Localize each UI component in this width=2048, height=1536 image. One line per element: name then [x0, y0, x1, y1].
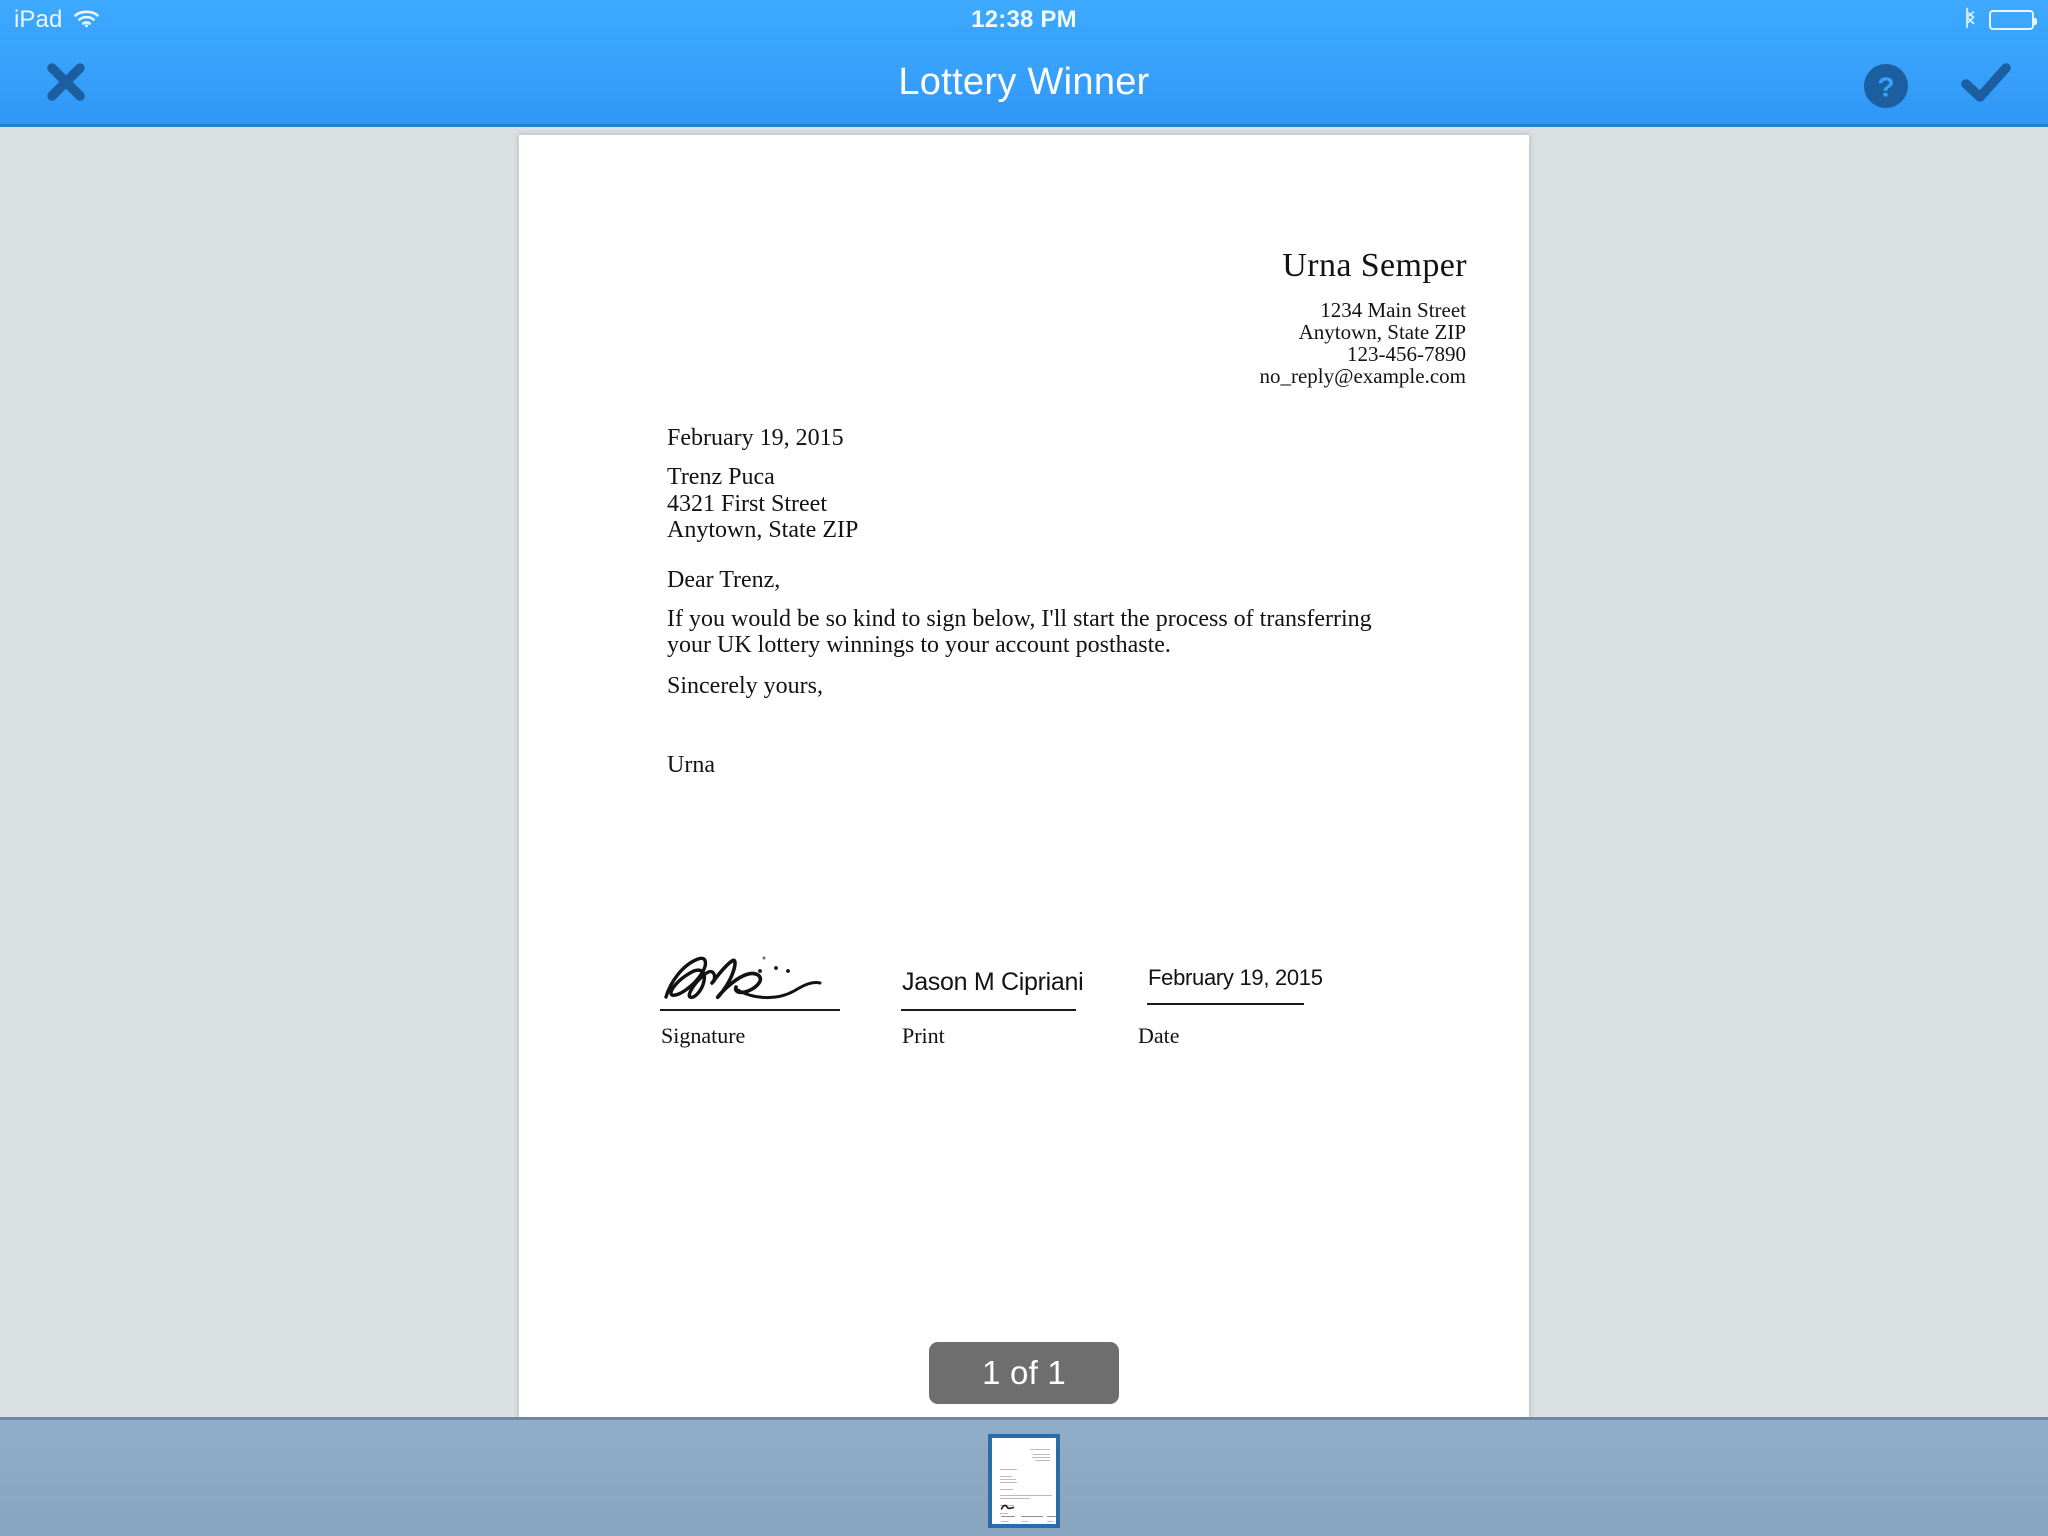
checkmark-icon: [1961, 62, 2011, 111]
signature-scrawl-icon: [660, 953, 840, 1005]
clock-time: 12:38 PM: [971, 6, 1077, 33]
signature-caption: Signature: [661, 1023, 746, 1048]
bluetooth-icon: [1963, 6, 1977, 35]
status-bar-right: [1963, 0, 2037, 40]
thumbnail-page-1[interactable]: [988, 1434, 1060, 1528]
close-x-icon: [44, 60, 88, 109]
page-indicator: 1 of 1: [929, 1342, 1119, 1404]
page-indicator-label: 1 of 1: [982, 1354, 1066, 1391]
print-name-caption: Print: [902, 1023, 945, 1048]
thumbnail-bar[interactable]: [0, 1417, 2048, 1536]
page-title: Lottery Winner: [898, 61, 1150, 103]
battery-icon: [1989, 10, 2037, 30]
close-button[interactable]: [38, 58, 94, 110]
date-underline: [1147, 1003, 1304, 1005]
date-value: February 19, 2015: [1148, 965, 1323, 990]
date-caption: Date: [1138, 1023, 1180, 1048]
thumbnail-signature-mark: [1000, 1497, 1015, 1510]
navigation-bar: Lottery Winner ?: [0, 40, 2048, 127]
document-page[interactable]: Urna Semper 1234 Main Street Anytown, St…: [519, 135, 1529, 1417]
help-button[interactable]: ?: [1862, 62, 1910, 110]
signature-underline: [660, 1009, 840, 1011]
app-screen: iPad 12:38 PM Lottery Winner ? Urna Semp…: [0, 0, 2048, 1536]
signature-field-row: Signature Jason M Cipriani Print Februar…: [519, 135, 1529, 1417]
print-name-value: Jason M Cipriani: [902, 968, 1084, 996]
letter-content: Urna Semper 1234 Main Street Anytown, St…: [519, 135, 1529, 1417]
print-name-underline: [901, 1009, 1076, 1011]
help-question-circle-icon: ?: [1862, 64, 1910, 114]
thumbnail-preview: [992, 1438, 1056, 1524]
document-canvas[interactable]: Urna Semper 1234 Main Street Anytown, St…: [0, 127, 2048, 1417]
status-bar-center: 12:38 PM: [0, 0, 2048, 40]
done-button[interactable]: [1960, 62, 2012, 110]
status-bar: iPad 12:38 PM: [0, 0, 2048, 40]
svg-text:?: ?: [1877, 72, 1894, 103]
